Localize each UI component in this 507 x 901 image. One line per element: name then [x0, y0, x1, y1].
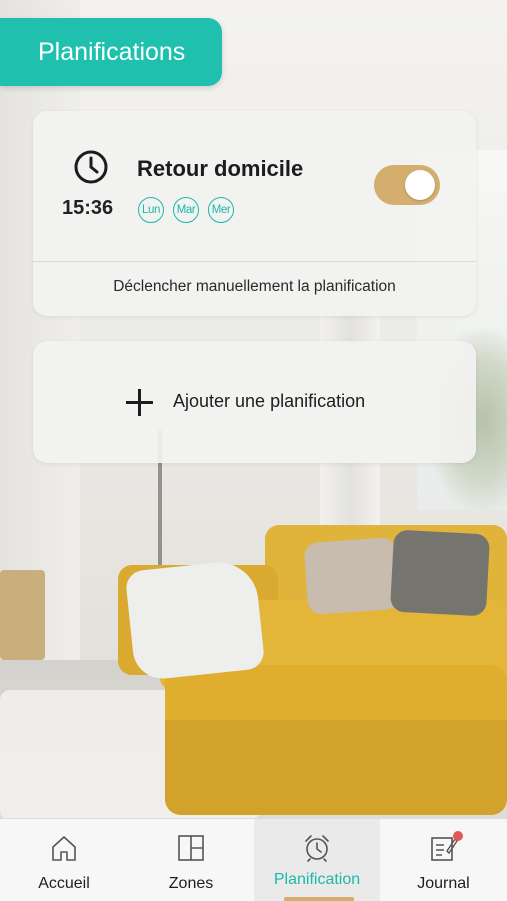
nav-item-zones[interactable]: Zones	[128, 819, 254, 901]
pillow	[303, 536, 401, 616]
nav-label: Journal	[417, 875, 470, 892]
bottom-nav: Accueil Zones Planification Journal	[0, 818, 507, 901]
nav-label: Accueil	[38, 875, 90, 892]
schedule-name: Retour domicile	[137, 156, 304, 181]
schedule-time: 15:36	[62, 197, 114, 219]
toggle-knob	[405, 170, 435, 200]
day-badge-lun: Lun	[138, 197, 164, 223]
schedule-toggle[interactable]	[374, 165, 440, 205]
nav-item-planification[interactable]: Planification	[254, 819, 380, 901]
page-title: Planifications	[38, 37, 186, 66]
nav-item-journal[interactable]: Journal	[380, 819, 507, 901]
page-header: Planifications	[0, 18, 222, 86]
notification-dot	[452, 831, 463, 841]
manual-trigger-button[interactable]: Déclencher manuellement la planification	[33, 278, 476, 296]
add-schedule-label: Ajouter une planification	[173, 391, 366, 411]
clock-icon	[74, 150, 108, 184]
home-icon	[52, 836, 76, 861]
nav-label: Planification	[273, 871, 361, 888]
plus-icon	[124, 387, 156, 419]
grid-icon	[178, 835, 204, 861]
divider	[33, 261, 476, 262]
throw-blanket	[124, 558, 266, 682]
day-badge-mer: Mer	[208, 197, 234, 223]
nav-item-accueil[interactable]: Accueil	[0, 819, 128, 901]
day-badge-mar: Mar	[173, 197, 199, 223]
nav-label: Zones	[168, 875, 214, 892]
sofa-front	[165, 720, 507, 815]
side-table	[0, 570, 45, 660]
pillow	[389, 529, 491, 617]
alarm-clock-icon	[305, 835, 329, 862]
active-indicator	[284, 897, 354, 901]
